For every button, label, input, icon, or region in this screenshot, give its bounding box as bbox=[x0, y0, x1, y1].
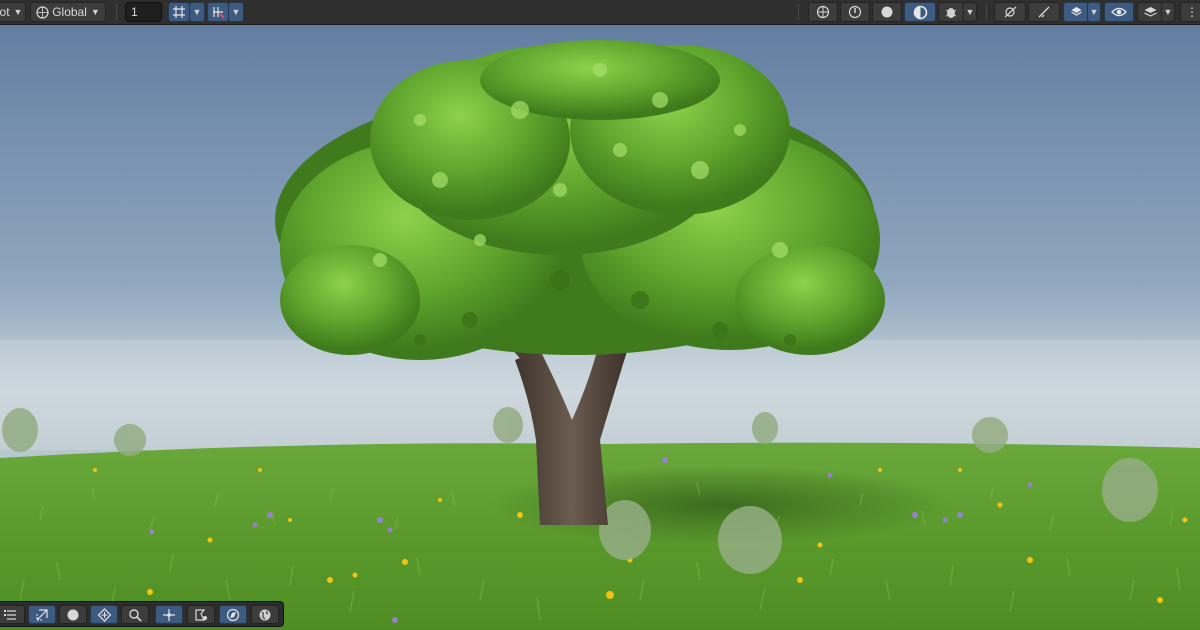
rect-tool-icon bbox=[195, 608, 207, 621]
chevron-down-icon: ▼ bbox=[231, 7, 241, 17]
layers-dropdown[interactable]: ▼ bbox=[1161, 2, 1175, 22]
chevron-down-icon: ▼ bbox=[965, 7, 975, 17]
toolbar-separator bbox=[986, 4, 987, 20]
view-2d-toggle[interactable] bbox=[808, 2, 838, 22]
chevron-down-icon: ▼ bbox=[1089, 7, 1099, 17]
grid-snap-button[interactable] bbox=[168, 2, 190, 22]
effects-icon bbox=[913, 5, 927, 19]
search-tool-button[interactable] bbox=[121, 605, 149, 624]
grid-snap-icon bbox=[173, 6, 185, 18]
audio-toggle[interactable] bbox=[872, 2, 902, 22]
hand-tool-button[interactable] bbox=[0, 605, 25, 624]
toolbar-separator bbox=[116, 4, 117, 20]
scene-viewport[interactable] bbox=[0, 0, 1200, 630]
increment-snap-dropdown[interactable]: ▼ bbox=[228, 2, 244, 22]
globe-view-button[interactable] bbox=[251, 605, 279, 624]
scene-visibility-toggle[interactable] bbox=[938, 2, 964, 22]
pivot-label: ot bbox=[0, 5, 10, 19]
rotate-tool-button[interactable] bbox=[59, 605, 87, 624]
effects-toggle[interactable] bbox=[904, 2, 936, 22]
more-icon: ⋮ bbox=[1186, 5, 1198, 19]
scale-tool-icon bbox=[97, 607, 111, 622]
camera-settings-button[interactable] bbox=[1063, 2, 1089, 22]
camera-settings-dropdown[interactable]: ▼ bbox=[1087, 2, 1101, 22]
scene-visibility-dropdown[interactable]: ▼ bbox=[963, 2, 977, 22]
move-tool-icon bbox=[36, 608, 48, 620]
layers-icon bbox=[1143, 7, 1157, 17]
grid-snap-dropdown[interactable]: ▼ bbox=[189, 2, 205, 22]
scene-toolbar: ot ▼ Global ▼ 1 ▼ ▼ ▼ ▼ ▼ ⋮ bbox=[0, 0, 1200, 25]
transform-tool-icon bbox=[163, 608, 175, 621]
move-tool-button[interactable] bbox=[28, 605, 56, 624]
rotate-tool-icon bbox=[67, 609, 79, 620]
chevron-down-icon: ▼ bbox=[192, 7, 202, 17]
search-icon bbox=[129, 608, 142, 622]
rect-tool-button[interactable] bbox=[187, 605, 215, 624]
scale-tool-button[interactable] bbox=[90, 605, 118, 624]
tools-overlay bbox=[0, 601, 284, 627]
compass-icon bbox=[226, 608, 240, 621]
compass-button[interactable] bbox=[219, 605, 247, 624]
visibility-toggle[interactable] bbox=[1104, 2, 1134, 22]
chevron-down-icon: ▼ bbox=[13, 7, 23, 17]
camera-icon bbox=[1070, 7, 1082, 16]
chevron-down-icon: ▼ bbox=[1163, 7, 1173, 17]
gizmos-icon bbox=[1004, 6, 1016, 18]
hand-tool-icon bbox=[4, 609, 16, 620]
layers-button[interactable] bbox=[1137, 2, 1163, 22]
lighting-icon bbox=[848, 5, 862, 19]
increment-snap-button[interactable] bbox=[207, 2, 229, 22]
transform-tool-button[interactable] bbox=[155, 605, 183, 624]
more-options-button[interactable]: ⋮ bbox=[1180, 2, 1200, 22]
globe-icon bbox=[36, 5, 49, 19]
global-label: Global bbox=[52, 5, 87, 19]
draw-mode-toggle[interactable] bbox=[1028, 2, 1060, 22]
audio-icon bbox=[881, 6, 893, 18]
gizmos-toggle[interactable] bbox=[994, 2, 1026, 22]
scene-visibility-icon bbox=[945, 8, 957, 18]
globe-icon bbox=[259, 609, 271, 620]
grid-size-input[interactable]: 1 bbox=[125, 2, 162, 22]
chevron-down-icon: ▼ bbox=[90, 7, 100, 17]
lighting-toggle[interactable] bbox=[840, 2, 870, 22]
toolbar-separator bbox=[798, 4, 799, 20]
scene-render bbox=[0, 0, 1200, 630]
eye-icon bbox=[1111, 7, 1127, 17]
draw-mode-icon bbox=[1038, 6, 1050, 18]
global-dropdown[interactable]: Global ▼ bbox=[30, 2, 106, 22]
increment-snap-icon bbox=[213, 7, 225, 19]
2d-toggle-icon bbox=[816, 5, 830, 19]
grid-size-value: 1 bbox=[131, 5, 138, 19]
pivot-dropdown[interactable]: ot ▼ bbox=[0, 2, 26, 22]
